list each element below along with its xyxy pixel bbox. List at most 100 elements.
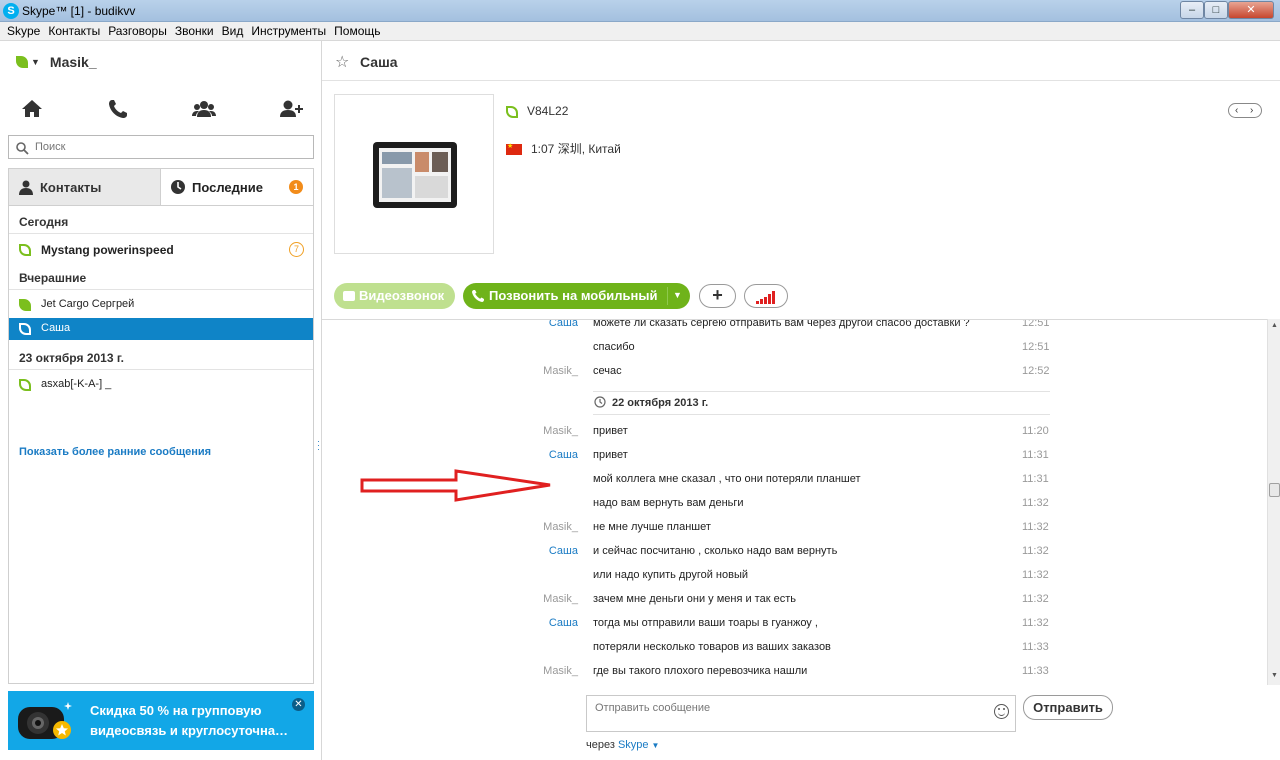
profile-status[interactable]: ▼ Masik_: [16, 54, 97, 72]
minimize-button[interactable]: ‒: [1180, 1, 1204, 19]
tab-recent-label: Последние: [192, 180, 263, 195]
add-participant-button[interactable]: +: [699, 284, 736, 308]
unread-badge: 1: [289, 180, 303, 194]
message-input[interactable]: Отправить сообщение: [586, 695, 1016, 732]
title-bar: S Skype™ [1] - budikvv ‒ □ ✕: [0, 0, 1280, 22]
china-flag-icon: [506, 142, 522, 156]
search-input[interactable]: [35, 139, 305, 155]
scroll-thumb[interactable]: [1269, 483, 1280, 497]
chevron-right-icon[interactable]: ›: [1250, 104, 1253, 117]
message-text: привет: [593, 425, 628, 437]
panel-splitter[interactable]: · · ·: [317, 437, 320, 454]
phone-icon[interactable]: [104, 95, 132, 123]
menu-skype[interactable]: Skype: [0, 22, 44, 38]
call-quality-button[interactable]: [744, 284, 788, 308]
group-header-date: 23 октября 2013 г.: [19, 351, 124, 365]
send-via: через Skype ▼: [586, 739, 659, 751]
status-icon: [19, 323, 31, 335]
message-time: 12:51: [1022, 341, 1050, 353]
status-icon: [506, 105, 518, 118]
group-header-today: Сегодня: [19, 215, 69, 229]
nav-toolbar: [0, 95, 322, 123]
message-text: или надо купить другой новый: [593, 569, 748, 581]
message-author[interactable]: Саша: [549, 320, 578, 329]
video-call-button[interactable]: Видеозвонок: [334, 283, 455, 309]
contact-name: asxab[-K-A-] _: [41, 378, 112, 390]
message-time: 11:33: [1022, 641, 1049, 653]
online-status-icon[interactable]: [16, 56, 28, 68]
message-text: потеряли несколько товаров из ваших зака…: [593, 641, 831, 653]
maximize-button[interactable]: □: [1204, 1, 1228, 19]
menu-tools[interactable]: Инструменты: [247, 22, 330, 38]
window-title: Skype™ [1] - budikvv: [22, 4, 136, 18]
message-author[interactable]: Саша: [549, 545, 578, 557]
promo-text: Скидка 50 % на групповую видеосвязь и кр…: [90, 703, 289, 738]
video-call-label: Видеозвонок: [359, 288, 445, 303]
via-service-selector[interactable]: Skype: [618, 739, 649, 751]
star-icon[interactable]: ☆: [335, 52, 349, 72]
message-time: 11:32: [1022, 617, 1049, 629]
tablet-image: [373, 142, 457, 208]
message-author[interactable]: Masik_: [543, 365, 578, 377]
message-text: можете ли сказать сергею отправить вам ч…: [593, 319, 970, 329]
scroll-up-arrow[interactable]: ▲: [1270, 322, 1279, 331]
divider: [9, 289, 313, 290]
message-row: потеряли несколько товаров из ваших зака…: [322, 637, 1267, 659]
contact-local-time: 1:07 深圳, Китай: [506, 140, 621, 157]
clock-icon: [594, 396, 606, 408]
menu-view[interactable]: Вид: [218, 22, 248, 38]
chat-scrollbar[interactable]: ▲ ▼: [1267, 319, 1280, 685]
menu-help[interactable]: Помощь: [330, 22, 384, 38]
list-item[interactable]: Jet Cargo Сергрей: [9, 294, 313, 316]
chevron-left-icon[interactable]: ‹: [1235, 104, 1238, 117]
contact-picture: [334, 94, 494, 254]
profile-pager: ‹ ›: [1228, 103, 1262, 118]
skype-name-text: V84L22: [527, 104, 569, 118]
list-item[interactable]: asxab[-K-A-] _: [9, 374, 313, 396]
search-icon: [16, 142, 29, 155]
close-button[interactable]: ✕: [1228, 1, 1274, 19]
message-row: Masik_ не мне лучше планшет 11:32: [322, 517, 1267, 539]
message-author[interactable]: Саша: [549, 617, 578, 629]
message-author[interactable]: Masik_: [543, 521, 578, 533]
message-text: привет: [593, 449, 628, 461]
message-row: Саша можете ли сказать сергею отправить в…: [322, 319, 1267, 335]
menu-conversations[interactable]: Разговоры: [104, 22, 171, 38]
message-author[interactable]: Masik_: [543, 593, 578, 605]
chevron-down-icon[interactable]: ▼: [652, 741, 660, 750]
list-item[interactable]: Mystang powerinspeed 7: [9, 239, 313, 261]
message-time: 11:32: [1022, 593, 1049, 605]
show-earlier-link[interactable]: Показать более ранние сообщения: [19, 446, 211, 458]
profile-name[interactable]: Masik_: [50, 54, 97, 70]
send-button[interactable]: Отправить: [1023, 695, 1113, 720]
person-icon: [19, 180, 33, 195]
emoticon-icon[interactable]: [994, 704, 1009, 719]
scroll-down-arrow[interactable]: ▼: [1270, 672, 1279, 681]
tab-recent[interactable]: Последние 1: [161, 169, 313, 205]
message-text: зачем мне деньги они у меня и так есть: [593, 593, 796, 605]
message-author[interactable]: Masik_: [543, 425, 578, 437]
chevron-down-icon[interactable]: ▼: [31, 57, 40, 67]
chevron-down-icon[interactable]: ▼: [673, 290, 682, 300]
promo-banner[interactable]: Скидка 50 % на групповую видеосвязь и кр…: [8, 691, 314, 750]
menu-contacts[interactable]: Контакты: [44, 22, 104, 38]
menu-calls[interactable]: Звонки: [171, 22, 218, 38]
close-icon[interactable]: ✕: [292, 698, 305, 711]
divider: [9, 369, 313, 370]
group-icon[interactable]: [190, 95, 218, 123]
message-author[interactable]: Саша: [549, 449, 578, 461]
unread-count-badge: 7: [289, 242, 304, 257]
conversation-header: ☆ Саша: [322, 41, 1280, 81]
list-item-selected[interactable]: Саша: [9, 318, 313, 340]
call-mobile-button[interactable]: Позвонить на мобильный ▼: [463, 283, 690, 309]
local-time-text: 1:07 深圳, Китай: [531, 142, 621, 156]
tab-contacts[interactable]: Контакты: [9, 169, 161, 205]
home-icon[interactable]: [18, 95, 46, 123]
message-author[interactable]: Masik_: [543, 665, 578, 677]
message-row: спасибо 12:51: [322, 337, 1267, 359]
add-contact-icon[interactable]: [277, 95, 305, 123]
divider: [9, 233, 313, 234]
message-row: или надо купить другой новый 11:32: [322, 565, 1267, 587]
search-box[interactable]: [8, 135, 314, 159]
conversation-title: Саша: [360, 54, 398, 70]
